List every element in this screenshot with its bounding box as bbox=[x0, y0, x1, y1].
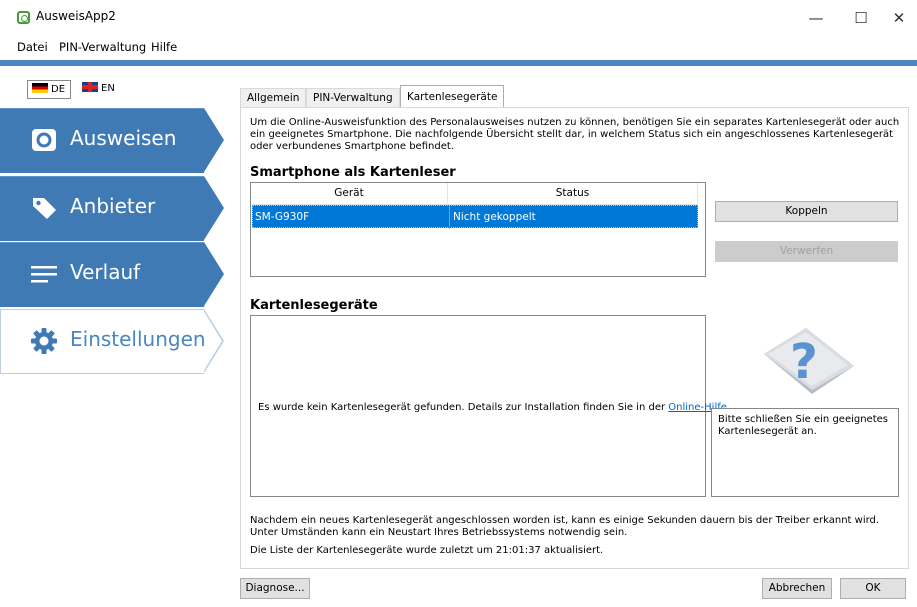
title-bar: AusweisApp2 — ☐ ✕ bbox=[0, 0, 917, 36]
question-card-icon: ? bbox=[764, 328, 854, 394]
language-de-label: DE bbox=[51, 84, 66, 95]
tab-allgemein[interactable]: Allgemein bbox=[240, 88, 307, 108]
sidebar-item-label: Einstellungen bbox=[70, 327, 206, 351]
smartphone-table: Gerät Status SM-G930F Nicht gekoppelt bbox=[250, 182, 706, 277]
tag-icon bbox=[33, 198, 56, 219]
language-de-button[interactable]: DE bbox=[27, 80, 71, 99]
last-update-text: Die Liste der Kartenlesegeräte wurde zul… bbox=[250, 545, 604, 556]
menu-pin-verwaltung[interactable]: PIN-Verwaltung bbox=[59, 40, 146, 54]
device-cell: SM-G930F bbox=[255, 211, 310, 223]
german-flag-icon bbox=[32, 83, 48, 93]
ok-button[interactable]: OK bbox=[840, 578, 906, 599]
close-button[interactable]: ✕ bbox=[884, 4, 914, 32]
app-icon bbox=[17, 11, 30, 24]
maximize-button[interactable]: ☐ bbox=[846, 4, 876, 32]
sidebar-item-label: Anbieter bbox=[70, 194, 156, 218]
column-header-device[interactable]: Gerät bbox=[251, 183, 448, 205]
readers-section-title: Kartenlesegeräte bbox=[250, 298, 378, 313]
sidebar-item-label: Verlauf bbox=[70, 260, 141, 284]
id-card-icon bbox=[32, 129, 56, 151]
diagnose-button[interactable]: Diagnose... bbox=[240, 578, 310, 599]
sidebar-item-anbieter[interactable]: Anbieter bbox=[0, 176, 232, 241]
sidebar-item-label: Ausweisen bbox=[70, 126, 177, 150]
intro-text: Um die Online-Ausweisfunktion des Person… bbox=[250, 117, 900, 152]
pair-button[interactable]: Koppeln bbox=[715, 201, 898, 222]
status-cell: Nicht gekoppelt bbox=[453, 211, 536, 223]
menu-datei[interactable]: Datei bbox=[17, 40, 48, 54]
minimize-button[interactable]: — bbox=[801, 4, 831, 32]
no-reader-message: Es wurde kein Kartenlesegerät gefunden. … bbox=[258, 402, 730, 413]
sidebar-item-einstellungen[interactable]: Einstellungen bbox=[0, 309, 232, 374]
language-en-label: EN bbox=[101, 83, 115, 94]
list-icon bbox=[31, 266, 57, 283]
language-en-button[interactable]: EN bbox=[78, 80, 118, 99]
tab-pin-verwaltung[interactable]: PIN-Verwaltung bbox=[306, 88, 400, 108]
tab-kartenlesegeraete[interactable]: Kartenlesegeräte bbox=[400, 85, 505, 108]
table-row[interactable]: SM-G930F Nicht gekoppelt bbox=[252, 205, 698, 229]
window-title: AusweisApp2 bbox=[36, 9, 116, 23]
gear-icon bbox=[31, 328, 57, 354]
sidebar-item-verlauf[interactable]: Verlauf bbox=[0, 242, 232, 307]
sidebar: DE EN Ausweisen Anbieter Verlauf Einstel… bbox=[0, 66, 232, 607]
menu-bar: Datei PIN-Verwaltung Hilfe bbox=[0, 36, 917, 58]
menu-hilfe[interactable]: Hilfe bbox=[151, 40, 177, 54]
british-flag-icon bbox=[82, 82, 98, 92]
driver-info-text: Nachdem ein neues Kartenlesegerät angesc… bbox=[250, 515, 880, 538]
smartphone-section-title: Smartphone als Kartenleser bbox=[250, 165, 456, 180]
sidebar-item-ausweisen[interactable]: Ausweisen bbox=[0, 108, 232, 173]
discard-button[interactable]: Verwerfen bbox=[715, 241, 898, 262]
svg-text:?: ? bbox=[790, 334, 818, 390]
column-header-status[interactable]: Status bbox=[448, 183, 698, 205]
cancel-button[interactable]: Abbrechen bbox=[762, 578, 832, 599]
reader-hint-box: Bitte schließen Sie ein geeignetes Karte… bbox=[711, 408, 899, 497]
